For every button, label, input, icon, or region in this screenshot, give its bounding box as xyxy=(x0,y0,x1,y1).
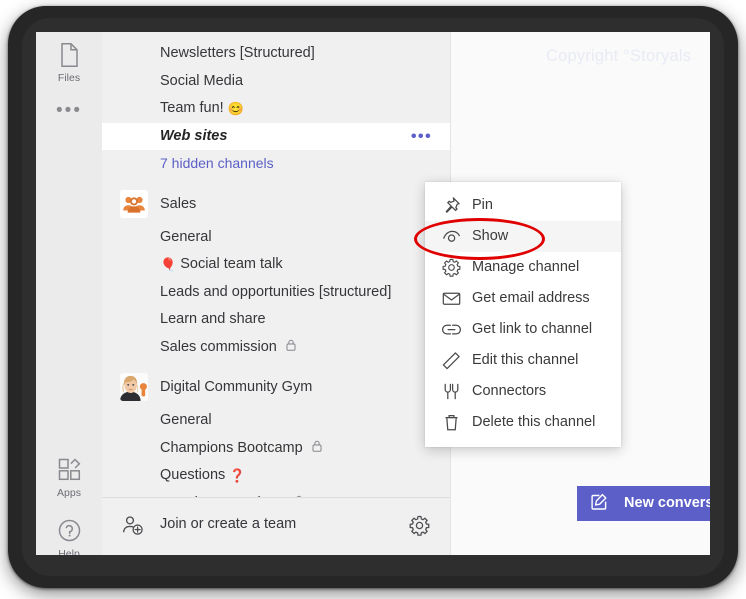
team-name: Digital Community Gym xyxy=(160,379,313,395)
menu-item-edit-this-channel[interactable]: Edit this channel xyxy=(425,345,621,376)
link-icon xyxy=(441,320,462,339)
join-or-create-team-bar[interactable]: Join or create a team xyxy=(102,497,450,555)
channel-row-questions[interactable]: Questions ❓ xyxy=(102,462,450,490)
channel-label: Team fun! xyxy=(160,100,224,116)
channel-row-sales-commission[interactable]: Sales commission xyxy=(102,334,450,362)
gear-icon[interactable] xyxy=(409,515,430,541)
channel-row-learn-and-share[interactable]: Learn and share xyxy=(102,306,450,334)
rail-item-help-label: Help xyxy=(58,548,80,555)
menu-item-label: Pin xyxy=(472,197,493,213)
connectors-icon xyxy=(442,382,461,401)
team-row-digital-community-gym[interactable]: Digital Community Gym xyxy=(102,367,450,407)
envelope-icon xyxy=(442,289,461,308)
apps-icon xyxy=(36,457,102,487)
channel-row-social-media[interactable]: Social Media xyxy=(102,68,450,96)
question-mark-emoji-icon: ❓ xyxy=(229,468,246,483)
channel-label: Questions xyxy=(160,467,226,483)
menu-item-connectors[interactable]: Connectors xyxy=(425,376,621,407)
menu-item-delete-this-channel[interactable]: Delete this channel xyxy=(425,407,621,438)
channel-row-sales-general[interactable]: General xyxy=(102,224,450,252)
new-conversation-button[interactable]: New conversation xyxy=(577,486,710,521)
team-name: Sales xyxy=(160,195,197,212)
menu-item-label: Get link to channel xyxy=(472,321,593,337)
new-conversation-label: New conversation xyxy=(624,495,710,511)
channel-label: General xyxy=(160,228,212,245)
lock-icon xyxy=(312,440,322,455)
gear-icon xyxy=(442,258,461,277)
teams-list-scroll[interactable]: Newsletters [Structured] Social Media Te… xyxy=(102,32,450,498)
add-person-icon xyxy=(122,515,144,541)
app-rail: Files ••• Apps Help xyxy=(36,32,102,555)
sales-group-avatar xyxy=(120,189,148,218)
hidden-channels-link[interactable]: 7 hidden channels xyxy=(102,150,450,178)
channel-more-options-icon[interactable]: ••• xyxy=(411,123,432,151)
woman-avatar xyxy=(120,373,148,401)
help-icon xyxy=(36,518,102,548)
channel-row-web-sites[interactable]: Web sites ••• xyxy=(102,122,450,151)
channel-label: General xyxy=(160,412,212,428)
menu-item-label: Connectors xyxy=(472,383,547,399)
compose-pen-icon xyxy=(591,493,612,514)
menu-item-get-email-address[interactable]: Get email address xyxy=(425,283,621,314)
channel-row-newsletters[interactable]: Newsletters [Structured] xyxy=(102,40,450,68)
hidden-channels-label: 7 hidden channels xyxy=(160,155,274,171)
device-frame: Files ••• Apps Help Newsletters [Structu… xyxy=(8,6,738,588)
trash-icon xyxy=(442,413,461,432)
balloon-emoji-icon: 🎈 xyxy=(160,257,177,272)
copyright-watermark: Copyright °Storyals xyxy=(546,47,692,65)
channel-label: Social Media xyxy=(160,72,244,89)
smiley-emoji-icon: 😊 xyxy=(227,101,244,116)
lock-icon xyxy=(286,339,296,354)
file-icon xyxy=(36,42,102,72)
teams-channels-panel: Newsletters [Structured] Social Media Te… xyxy=(102,32,450,555)
channel-label: Learn and share xyxy=(160,311,266,327)
menu-item-pin[interactable]: Pin xyxy=(425,190,621,221)
menu-item-label: Delete this channel xyxy=(472,414,596,430)
menu-item-label: Get email address xyxy=(472,290,590,306)
channel-label: Social team talk xyxy=(180,256,283,272)
menu-item-label: Show xyxy=(472,228,509,244)
channel-row-champions-bootcamp[interactable]: Champions Bootcamp xyxy=(102,435,450,463)
rail-item-apps[interactable]: Apps xyxy=(36,457,102,500)
menu-item-label: Edit this channel xyxy=(472,352,579,368)
channel-label: Web sites xyxy=(160,127,228,144)
pencil-icon xyxy=(442,351,461,370)
rail-item-apps-label: Apps xyxy=(57,487,81,499)
channel-label: Champions Bootcamp xyxy=(160,439,303,456)
rail-item-files-label: Files xyxy=(57,72,81,84)
channel-label: Leads and opportunities [structured] xyxy=(160,283,392,300)
rail-item-files[interactable]: Files xyxy=(36,42,102,85)
rail-item-more[interactable]: ••• xyxy=(36,100,102,122)
app-screen: Files ••• Apps Help Newsletters [Structu… xyxy=(36,32,710,555)
pin-icon xyxy=(442,196,461,215)
more-icon: ••• xyxy=(56,100,82,121)
menu-item-label: Manage channel xyxy=(472,259,580,275)
rail-item-help[interactable]: Help xyxy=(36,518,102,555)
menu-item-show[interactable]: Show xyxy=(425,221,621,252)
eye-icon xyxy=(442,227,461,246)
channel-label: Sales commission xyxy=(160,338,277,355)
join-or-create-team-label: Join or create a team xyxy=(160,516,297,532)
menu-item-manage-channel[interactable]: Manage channel xyxy=(425,252,621,283)
channel-row-social-team-talk[interactable]: 🎈 Social team talk xyxy=(102,251,450,279)
channel-context-menu: Pin Show Manage channel Get email addres… xyxy=(425,182,621,447)
menu-item-get-link-to-channel[interactable]: Get link to channel xyxy=(425,314,621,345)
channel-row-team-fun[interactable]: Team fun! 😊 xyxy=(102,95,450,123)
team-row-sales[interactable]: Sales xyxy=(102,184,450,224)
channel-row-leads-and-opportunities[interactable]: Leads and opportunities [structured] xyxy=(102,279,450,307)
channel-label: Newsletters [Structured] xyxy=(160,45,315,61)
channel-row-gym-general[interactable]: General xyxy=(102,407,450,435)
